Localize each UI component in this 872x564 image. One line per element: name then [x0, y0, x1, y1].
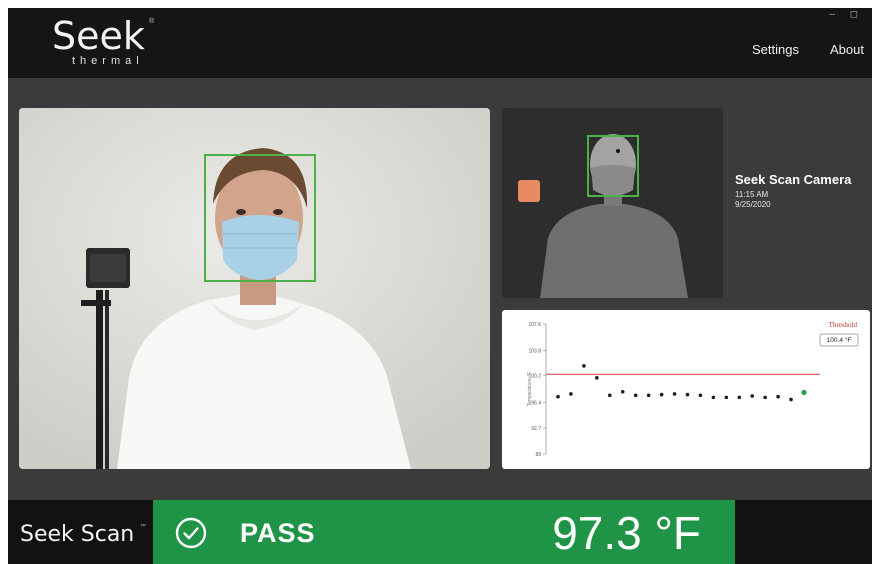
- logo-subtitle: thermal: [72, 55, 144, 67]
- data-point: [646, 393, 651, 398]
- thermal-camera-feed: [502, 108, 723, 298]
- data-point: [633, 393, 638, 398]
- app-window: Seek ® thermal – ◻ Settings About Seek S…: [8, 8, 872, 564]
- data-point: [620, 389, 625, 394]
- status-bar: Seek Scan ™ PASS 97.3 °F: [8, 500, 872, 564]
- camera-time: 11:15 AM: [735, 190, 769, 199]
- threshold-label: Threshold: [829, 321, 858, 329]
- pass-status-banner: PASS 97.3 °F: [153, 500, 735, 564]
- y-tick-label: 107.6: [528, 322, 541, 328]
- status-label: PASS: [240, 518, 316, 548]
- data-point: [685, 392, 690, 397]
- camera-name: Seek Scan Camera: [735, 172, 852, 187]
- y-tick-label: 92.7: [531, 426, 541, 432]
- data-point: [698, 393, 703, 398]
- main-camera-feed: [19, 108, 490, 469]
- window-controls[interactable]: – ◻: [829, 9, 864, 20]
- data-point: [582, 364, 586, 368]
- data-point: [569, 392, 573, 396]
- data-points: [556, 364, 807, 402]
- data-point: [789, 397, 793, 402]
- data-point: [737, 395, 742, 400]
- data-point: [711, 395, 716, 400]
- y-tick-label: 89: [535, 452, 541, 458]
- check-circle-icon: [175, 517, 207, 549]
- about-link[interactable]: About: [830, 42, 864, 57]
- threshold-value: 100.4 °F: [827, 336, 852, 344]
- data-point: [659, 392, 664, 397]
- camera-date: 9/25/2020: [735, 200, 771, 209]
- data-point: [750, 394, 755, 398]
- data-point: [724, 395, 729, 400]
- data-point: [672, 392, 677, 396]
- data-point: [776, 394, 780, 399]
- data-point: [556, 394, 560, 399]
- data-point: [763, 395, 767, 400]
- temperature-reading: 97.3 °F: [552, 507, 701, 559]
- seek-logo: Seek: [52, 14, 145, 58]
- y-axis-label: Temperature °F: [527, 372, 533, 407]
- latest-data-point: [801, 389, 807, 396]
- thermal-scene: [502, 108, 723, 298]
- settings-link[interactable]: Settings: [752, 42, 799, 57]
- temperature-chart-panel: 107.6 103.8 100.2 96.4 92.7 89 Temperature °F…: [502, 310, 870, 469]
- logo-registered-mark: ®: [149, 18, 155, 25]
- temperature-chart: 107.6103.8100.296.492.789 Temperature °F…: [527, 321, 859, 458]
- header-bar: Seek ® thermal – ◻ Settings About: [8, 8, 872, 78]
- data-point: [595, 376, 599, 380]
- seek-scan-brand: Seek Scan: [20, 522, 135, 547]
- y-tick-label: 103.8: [528, 349, 541, 355]
- data-point: [607, 393, 612, 398]
- camera-scene: [19, 108, 490, 469]
- camera-info: Seek Scan Camera 11:15 AM 9/25/2020: [735, 172, 870, 210]
- brand-trademark: ™: [140, 524, 146, 530]
- thermal-hotspot: [518, 180, 540, 202]
